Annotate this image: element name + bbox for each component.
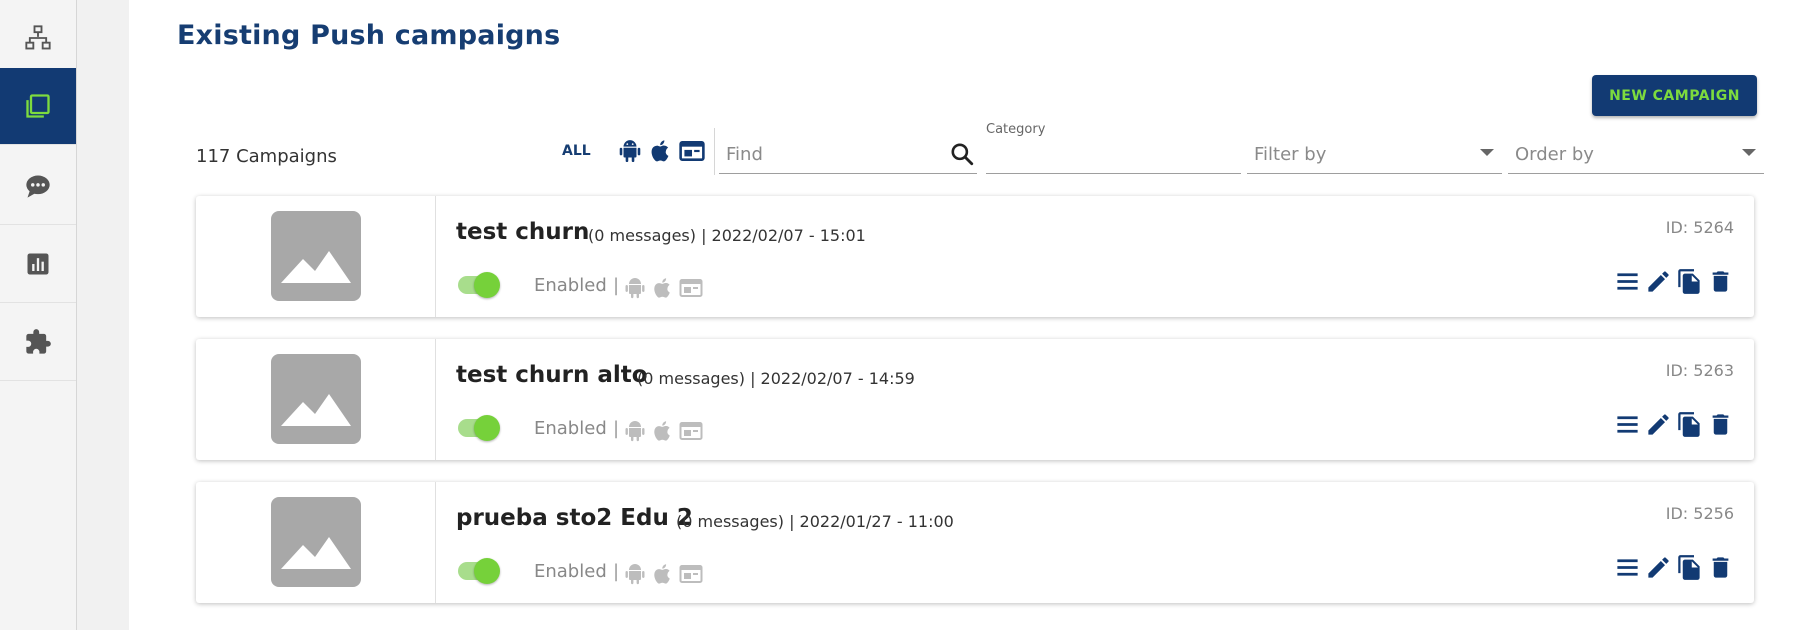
search-field[interactable]: Find — [719, 128, 977, 174]
campaign-status: Enabled — [534, 275, 607, 296]
campaign-platforms — [623, 562, 703, 586]
campaign-platforms — [623, 276, 703, 300]
android-icon — [625, 564, 645, 585]
campaign-card[interactable]: prueba sto2 Edu 2 (0 messages) | 2022/01… — [196, 482, 1754, 603]
campaign-meta: (0 messages) | 2022/02/07 - 14:59 — [637, 369, 915, 388]
category-field[interactable]: Category — [986, 122, 1241, 174]
status-separator: | — [613, 418, 620, 439]
copy-icon[interactable] — [1676, 268, 1703, 295]
category-label: Category — [986, 122, 1046, 137]
filter-by-select[interactable]: Filter by — [1247, 128, 1502, 174]
chart-icon — [27, 253, 49, 275]
campaign-id: ID: 5263 — [1665, 361, 1734, 380]
campaign-name[interactable]: prueba sto2 Edu 2 — [456, 505, 693, 531]
copy-icon[interactable] — [1676, 554, 1703, 581]
campaign-thumbnail-area — [196, 339, 436, 460]
menu-icon[interactable] — [1614, 268, 1641, 295]
enabled-toggle[interactable] — [458, 415, 500, 441]
edit-icon[interactable] — [1645, 268, 1672, 295]
filter-by-placeholder: Filter by — [1254, 144, 1327, 165]
chevron-down-icon — [1742, 149, 1756, 156]
campaign-actions — [1614, 411, 1734, 438]
web-icon[interactable] — [679, 138, 705, 164]
apple-icon[interactable] — [648, 138, 674, 164]
web-icon — [679, 279, 703, 297]
search-icon[interactable] — [949, 141, 975, 167]
chat-icon — [26, 175, 50, 198]
page-title: Existing Push campaigns — [177, 20, 561, 51]
campaigns-icon — [26, 94, 50, 118]
sidebar-item-campaigns[interactable] — [0, 68, 76, 145]
sidebar — [0, 0, 77, 630]
campaign-count: 117 Campaigns — [196, 146, 337, 167]
order-by-placeholder: Order by — [1515, 144, 1594, 165]
campaign-platforms — [623, 419, 703, 443]
android-icon[interactable] — [617, 138, 643, 164]
apple-icon — [654, 421, 670, 441]
enabled-toggle[interactable] — [458, 558, 500, 584]
campaign-actions — [1614, 268, 1734, 295]
web-icon — [679, 422, 703, 440]
campaign-thumbnail-area — [196, 482, 436, 603]
toggle-knob — [474, 415, 500, 441]
status-separator: | — [613, 275, 620, 296]
sidebar-item-messages[interactable] — [0, 148, 76, 225]
image-placeholder-icon — [271, 211, 361, 301]
campaign-thumbnail-area — [196, 196, 436, 317]
delete-icon[interactable] — [1707, 554, 1734, 581]
copy-icon[interactable] — [1676, 411, 1703, 438]
campaign-id: ID: 5264 — [1665, 218, 1734, 237]
chevron-down-icon — [1480, 149, 1494, 156]
sidebar-item-structure[interactable] — [0, 0, 76, 77]
image-placeholder-icon — [271, 354, 361, 444]
enabled-toggle[interactable] — [458, 272, 500, 298]
campaign-name[interactable]: test churn alto — [456, 362, 648, 388]
campaign-status: Enabled — [534, 418, 607, 439]
web-icon — [679, 565, 703, 583]
campaign-name[interactable]: test churn — [456, 219, 589, 245]
status-separator: | — [613, 561, 620, 582]
campaign-meta: (0 messages) | 2022/02/07 - 15:01 — [588, 226, 866, 245]
puzzle-icon — [26, 329, 51, 354]
search-placeholder: Find — [726, 144, 763, 165]
campaign-status: Enabled — [534, 561, 607, 582]
menu-icon[interactable] — [1614, 554, 1641, 581]
edit-icon[interactable] — [1645, 554, 1672, 581]
android-icon — [625, 421, 645, 442]
delete-icon[interactable] — [1707, 411, 1734, 438]
image-placeholder-icon — [271, 497, 361, 587]
campaign-id: ID: 5256 — [1665, 504, 1734, 523]
new-campaign-button[interactable]: NEW CAMPAIGN — [1592, 75, 1757, 116]
apple-icon — [654, 564, 670, 584]
order-by-select[interactable]: Order by — [1508, 128, 1764, 174]
campaign-meta: (0 messages) | 2022/01/27 - 11:00 — [676, 512, 954, 531]
sidebar-item-analytics[interactable] — [0, 226, 76, 303]
campaign-actions — [1614, 554, 1734, 581]
platform-filter-all[interactable]: ALL — [562, 143, 591, 159]
toggle-knob — [474, 272, 500, 298]
sidebar-gutter — [77, 0, 129, 630]
sidebar-item-integrations[interactable] — [0, 304, 76, 381]
toolbar-divider — [714, 128, 715, 175]
platform-filter-icons — [617, 138, 705, 164]
campaign-card[interactable]: test churn alto (0 messages) | 2022/02/0… — [196, 339, 1754, 460]
sitemap-icon — [25, 25, 51, 50]
campaign-card[interactable]: test churn (0 messages) | 2022/02/07 - 1… — [196, 196, 1754, 317]
toggle-knob — [474, 558, 500, 584]
apple-icon — [654, 278, 670, 298]
menu-icon[interactable] — [1614, 411, 1641, 438]
delete-icon[interactable] — [1707, 268, 1734, 295]
android-icon — [625, 278, 645, 299]
edit-icon[interactable] — [1645, 411, 1672, 438]
